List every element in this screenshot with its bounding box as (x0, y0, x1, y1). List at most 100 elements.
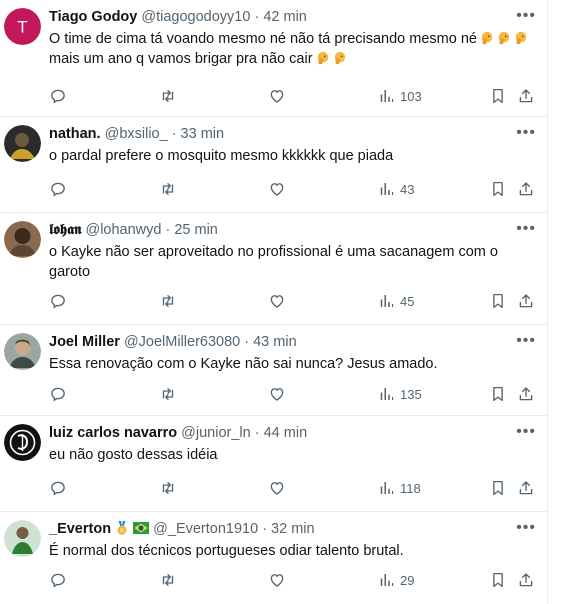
like-button[interactable] (268, 570, 286, 590)
retweet-button[interactable] (159, 478, 177, 498)
more-options-icon[interactable]: ••• (516, 221, 536, 237)
more-options-icon[interactable]: ••• (516, 125, 536, 141)
bookmark-button[interactable] (489, 478, 507, 498)
more-options-icon[interactable]: ••• (516, 424, 536, 440)
views-button[interactable]: 43 (377, 179, 414, 199)
tweet-actions: 135 (49, 384, 537, 404)
tweet-text-line: o pardal prefere o mosquito mesmo kkkkkk… (49, 148, 394, 164)
reply-button[interactable] (49, 478, 67, 498)
display-name[interactable]: Tiago Godoy (49, 9, 137, 25)
tweet-text-line: O time de cima tá voando mesmo né não tá… (49, 31, 477, 47)
display-name[interactable]: nathan. (49, 126, 101, 142)
retweet-button[interactable] (159, 86, 177, 106)
tweet-header: Tiago Godoy @tiagogodoyy10 · 42 min (49, 8, 524, 27)
tweet-header: _Everton @_Everton1910 · 32 min (49, 520, 524, 539)
avatar[interactable] (4, 520, 41, 557)
share-icon (517, 292, 535, 310)
tweet-header: nathan. @bxsilio_ · 33 min (49, 125, 524, 144)
bookmark-button[interactable] (489, 86, 507, 106)
bookmark-button[interactable] (489, 179, 507, 199)
display-name[interactable]: Joel Miller (49, 334, 120, 350)
share-button[interactable] (517, 86, 535, 106)
share-button[interactable] (517, 384, 535, 404)
tweet-actions: 103 (49, 86, 537, 106)
retweet-button[interactable] (159, 384, 177, 404)
user-handle[interactable]: @lohanwyd (85, 222, 161, 238)
share-icon (517, 385, 535, 403)
facepalm-emoji-icon (497, 31, 511, 45)
reply-button[interactable] (49, 86, 67, 106)
display-name[interactable]: _Everton (49, 521, 111, 537)
timestamp[interactable]: · 33 min (172, 126, 224, 142)
reply-button[interactable] (49, 291, 67, 311)
like-button[interactable] (268, 291, 286, 311)
tweet[interactable]: nathan. @bxsilio_ · 33 min ••• o pardal … (0, 117, 548, 213)
user-handle[interactable]: @tiagogodoyy10 (141, 9, 250, 25)
more-options-icon[interactable]: ••• (516, 333, 536, 349)
retweet-button[interactable] (159, 291, 177, 311)
like-icon (268, 571, 286, 589)
tweet-text: O time de cima tá voando mesmo né não tá… (49, 29, 529, 69)
retweet-button[interactable] (159, 570, 177, 590)
share-button[interactable] (517, 570, 535, 590)
views-button[interactable]: 103 (377, 86, 422, 106)
tweet-actions: 29 (49, 570, 537, 590)
bookmark-button[interactable] (489, 291, 507, 311)
tweet[interactable]: _Everton @_Everton1910 · 32 min ••• É no… (0, 512, 548, 604)
timestamp[interactable]: · 42 min (254, 9, 306, 25)
tweet[interactable]: 𝖑𝖔𝖍𝖆𝖓 @lohanwyd · 25 min ••• o Kayke não… (0, 213, 548, 325)
tweet[interactable]: Joel Miller @JoelMiller63080 · 43 min ••… (0, 325, 548, 416)
user-handle[interactable]: @bxsilio_ (105, 126, 168, 142)
timestamp[interactable]: · 43 min (244, 334, 296, 350)
more-options-icon[interactable]: ••• (516, 520, 536, 536)
user-handle[interactable]: @junior_ln (181, 425, 251, 441)
avatar[interactable] (4, 333, 41, 370)
tweet-header: 𝖑𝖔𝖍𝖆𝖓 @lohanwyd · 25 min (49, 221, 524, 240)
facepalm-emoji-icon (333, 51, 347, 65)
tweet[interactable]: T Tiago Godoy @tiagogodoyy10 · 42 min ••… (0, 0, 548, 117)
retweet-icon (159, 87, 177, 105)
like-button[interactable] (268, 384, 286, 404)
display-name[interactable]: luiz carlos navarro (49, 425, 177, 441)
more-options-icon[interactable]: ••• (516, 8, 536, 24)
bookmark-icon (489, 87, 507, 105)
user-handle[interactable]: @JoelMiller63080 (124, 334, 240, 350)
reply-button[interactable] (49, 384, 67, 404)
bookmark-button[interactable] (489, 384, 507, 404)
tweet-actions: 45 (49, 291, 537, 311)
like-button[interactable] (268, 179, 286, 199)
tweet-text-line: mais um ano q vamos brigar pra não cair (49, 51, 313, 67)
timestamp[interactable]: · 44 min (255, 425, 307, 441)
tweet-header: Joel Miller @JoelMiller63080 · 43 min (49, 333, 524, 352)
views-icon (377, 479, 395, 497)
avatar[interactable] (4, 125, 41, 162)
user-handle[interactable]: @_Everton1910 (153, 521, 258, 537)
views-button[interactable]: 118 (377, 478, 421, 498)
share-button[interactable] (517, 478, 535, 498)
tweet-text-line: É normal dos técnicos portugueses odiar … (49, 543, 404, 559)
views-button[interactable]: 135 (377, 384, 422, 404)
retweet-button[interactable] (159, 179, 177, 199)
share-icon (517, 180, 535, 198)
timestamp[interactable]: · 25 min (165, 222, 217, 238)
like-button[interactable] (268, 86, 286, 106)
avatar[interactable] (4, 424, 41, 461)
views-button[interactable]: 45 (377, 291, 414, 311)
display-name[interactable]: 𝖑𝖔𝖍𝖆𝖓 (49, 222, 81, 238)
retweet-icon (159, 571, 177, 589)
reply-button[interactable] (49, 570, 67, 590)
reply-button[interactable] (49, 179, 67, 199)
avatar[interactable]: T (4, 8, 41, 45)
avatar[interactable] (4, 221, 41, 258)
views-button[interactable]: 29 (377, 570, 414, 590)
share-button[interactable] (517, 291, 535, 311)
share-button[interactable] (517, 179, 535, 199)
views-count: 135 (400, 386, 422, 402)
views-count: 45 (400, 293, 415, 309)
like-button[interactable] (268, 478, 286, 498)
tweet[interactable]: luiz carlos navarro @junior_ln · 44 min … (0, 416, 548, 512)
reply-icon (49, 571, 67, 589)
views-icon (377, 292, 395, 310)
bookmark-button[interactable] (489, 570, 507, 590)
timestamp[interactable]: · 32 min (262, 521, 314, 537)
